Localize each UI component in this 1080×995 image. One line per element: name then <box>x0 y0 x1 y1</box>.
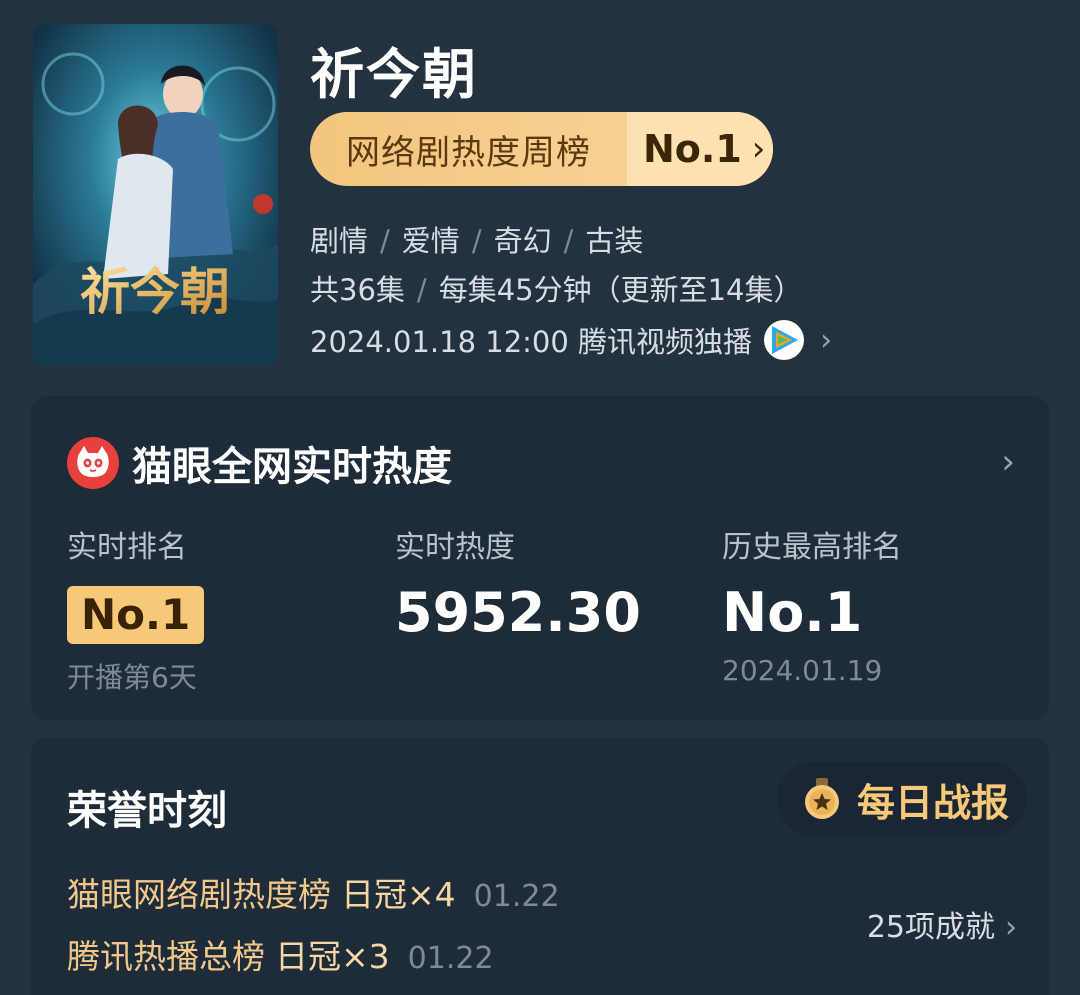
honor-item-name: 腾讯热播总榜 <box>67 937 265 976</box>
heat-card-title: 猫眼全网实时热度 <box>132 444 452 490</box>
best-rank-value: No.1 <box>722 581 863 644</box>
weekly-rank-value: No.1 <box>643 127 742 171</box>
realtime-heat-label: 实时热度 <box>395 530 515 565</box>
honor-item-name: 猫眼网络剧热度榜 <box>67 875 331 914</box>
genre-tag: 爱情 <box>401 224 460 258</box>
medal-icon <box>801 778 843 820</box>
release-text: 2024.01.18 12:00 腾讯视频独播 <box>310 325 753 359</box>
separator: / <box>471 224 482 258</box>
achievements-count: 25项成就 <box>866 910 995 945</box>
honor-item-date: 01.22 <box>473 879 560 914</box>
honor-item[interactable]: 腾讯热播总榜 日冠×3 01.22 <box>67 930 494 978</box>
chevron-right-icon[interactable]: › <box>1001 442 1015 482</box>
genre-tag: 古装 <box>585 224 644 258</box>
honor-item-date: 01.22 <box>407 941 494 976</box>
realtime-heat-card[interactable]: 猫眼全网实时热度 › 实时排名 No.1 开播第6天 实时热度 5952.30 … <box>31 396 1049 720</box>
best-rank-date: 2024.01.19 <box>722 654 883 687</box>
honor-item-crown: 日冠×4 <box>341 875 456 914</box>
best-rank-stat: 历史最高排名 No.1 2024.01.19 <box>722 522 902 687</box>
genre-tag: 奇幻 <box>493 224 552 258</box>
chevron-right-icon: › <box>820 322 833 358</box>
chevron-right-icon: › <box>1005 910 1017 945</box>
genre-tag: 剧情 <box>310 224 369 258</box>
best-rank-label: 历史最高排名 <box>722 530 902 565</box>
honor-item[interactable]: 猫眼网络剧热度榜 日冠×4 01.22 <box>67 868 560 916</box>
heat-card-header: 猫眼全网实时热度 <box>66 434 452 492</box>
episode-info: 共36集 / 每集45分钟（更新至14集） <box>310 267 803 309</box>
weekly-rank-pill[interactable]: 网络剧热度周榜 No.1 › <box>310 112 773 186</box>
show-detail-page: 祈今朝 祈今朝 网络剧热度周榜 No.1 › 剧情 / 爱情 / 奇幻 / 古装 共36集 /… <box>0 0 1080 995</box>
tencent-video-icon <box>762 318 806 362</box>
separator: / <box>416 273 427 307</box>
daily-report-label: 每日战报 <box>856 780 1009 825</box>
separator: / <box>380 224 390 258</box>
daily-report-button[interactable]: 每日战报 <box>776 762 1027 836</box>
separator: / <box>563 224 574 258</box>
poster-caption: 祈今朝 <box>80 262 230 321</box>
show-title: 祈今朝 <box>310 43 478 106</box>
poster-image[interactable]: 祈今朝 <box>33 24 278 366</box>
achievements-link[interactable]: 25项成就 › <box>867 902 1017 946</box>
episode-count: 共36集 <box>310 273 405 307</box>
chevron-right-icon: › <box>751 129 766 169</box>
genre-list: 剧情 / 爱情 / 奇幻 / 古装 <box>310 218 643 260</box>
realtime-rank-badge: No.1 <box>67 586 205 644</box>
weekly-rank-value-box: No.1 › <box>627 112 773 186</box>
episode-duration: 每集45分钟（更新至14集） <box>438 273 803 307</box>
realtime-heat-value: 5952.30 <box>395 581 641 644</box>
realtime-rank-stat: 实时排名 No.1 开播第6天 <box>67 522 205 696</box>
release-info[interactable]: 2024.01.18 12:00 腾讯视频独播 › <box>310 318 832 362</box>
honor-card: 荣誉时刻 每日战报 猫眼网络剧热度榜 日冠×4 01.22 腾讯热播总榜 日冠×3 01… <box>31 738 1049 995</box>
maoyan-cat-icon <box>66 436 120 490</box>
realtime-rank-label: 实时排名 <box>67 530 187 565</box>
weekly-rank-label: 网络剧热度周榜 <box>346 132 591 173</box>
realtime-heat-stat: 实时热度 5952.30 <box>395 522 641 644</box>
honor-title: 荣誉时刻 <box>67 788 227 834</box>
days-since-premiere: 开播第6天 <box>67 661 197 694</box>
honor-item-crown: 日冠×3 <box>275 937 390 976</box>
